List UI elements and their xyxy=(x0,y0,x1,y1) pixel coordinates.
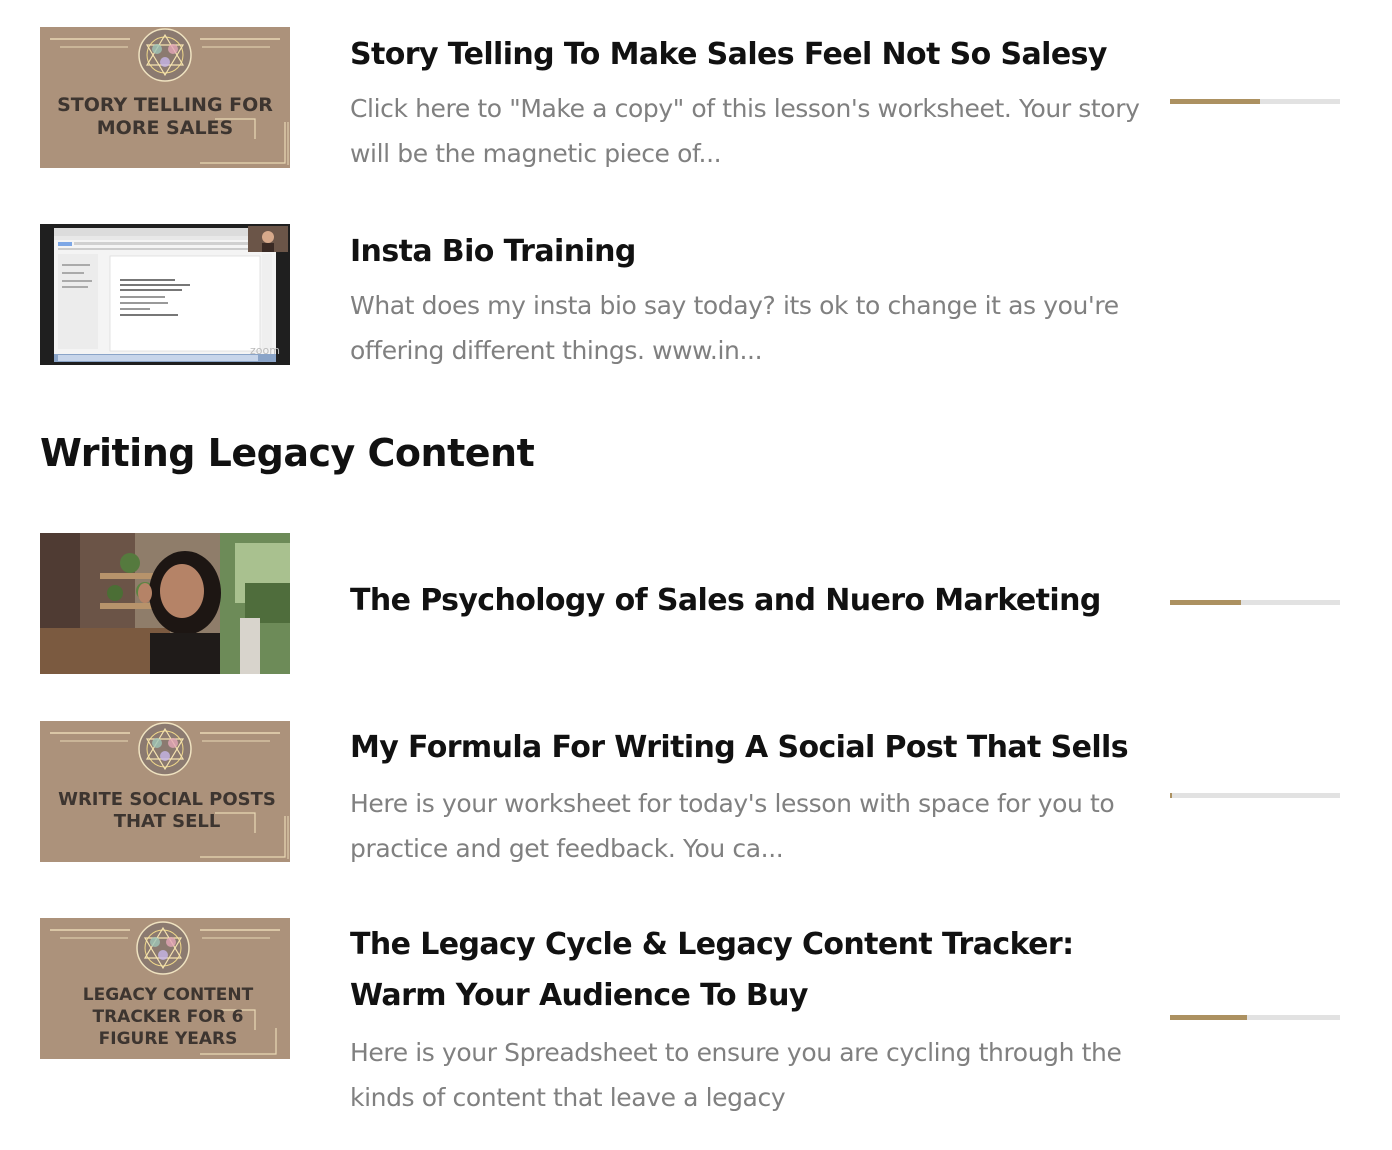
lesson-progress-fill xyxy=(1170,99,1261,104)
lesson-description: What does my insta bio say today? its ok… xyxy=(350,291,1119,365)
lesson-progress-bar xyxy=(1170,600,1340,605)
thumbnail-text-line: FIGURE YEARS xyxy=(99,1029,238,1049)
lesson-progress-bar xyxy=(1170,1015,1340,1020)
lesson-item[interactable]: LEGACY CONTENT TRACKER FOR 6 FIGURE YEAR… xyxy=(40,918,1340,1118)
lesson-description: Click here to "Make a copy" of this less… xyxy=(350,94,1140,168)
lesson-title[interactable]: My Formula For Writing A Social Post Tha… xyxy=(350,722,1150,773)
thumbnail-text-line: MORE SALES xyxy=(97,117,233,139)
svg-text:zoom: zoom xyxy=(250,344,280,357)
lesson-thumbnail[interactable]: STORY TELLING FOR MORE SALES xyxy=(40,27,290,168)
lesson-thumbnail-art xyxy=(40,533,290,674)
lesson-progress-fill xyxy=(1170,600,1242,605)
lesson-description: Here is your Spreadsheet to ensure you a… xyxy=(350,1038,1122,1112)
lesson-progress-fill xyxy=(1170,1015,1247,1020)
lesson-thumbnail[interactable]: LEGACY CONTENT TRACKER FOR 6 FIGURE YEAR… xyxy=(40,918,290,1059)
lesson-thumbnail-art: STORY TELLING FOR MORE SALES xyxy=(40,27,290,168)
lesson-progress-bar xyxy=(1170,793,1340,798)
thumbnail-text-line: LEGACY CONTENT xyxy=(83,985,254,1005)
lesson-thumbnail-art: LEGACY CONTENT TRACKER FOR 6 FIGURE YEAR… xyxy=(40,918,290,1059)
lesson-item[interactable]: WRITE SOCIAL POSTS THAT SELL My Formula … xyxy=(40,721,1340,871)
section-title: Writing Legacy Content xyxy=(40,431,535,475)
lesson-progress-bar xyxy=(1170,99,1340,104)
lesson-title[interactable]: Insta Bio Training xyxy=(350,226,1150,277)
lesson-thumbnail[interactable]: WRITE SOCIAL POSTS THAT SELL xyxy=(40,721,290,862)
lesson-thumbnail-art: WRITE SOCIAL POSTS THAT SELL xyxy=(40,721,290,862)
mandala-icon xyxy=(138,722,192,776)
lesson-item[interactable]: The Psychology of Sales and Nuero Market… xyxy=(40,533,1340,674)
lesson-title[interactable]: The Legacy Cycle & Legacy Content Tracke… xyxy=(350,919,1160,1021)
lesson-title[interactable]: The Psychology of Sales and Nuero Market… xyxy=(350,575,1150,626)
lesson-item[interactable]: STORY TELLING FOR MORE SALES Story Telli… xyxy=(40,27,1340,177)
thumbnail-text-line: TRACKER FOR 6 xyxy=(92,1007,243,1027)
lesson-title[interactable]: Story Telling To Make Sales Feel Not So … xyxy=(350,29,1150,80)
thumbnail-text-line: WRITE SOCIAL POSTS xyxy=(58,789,276,810)
mandala-icon xyxy=(138,28,192,82)
thumbnail-text-line: STORY TELLING FOR xyxy=(57,94,273,116)
lesson-thumbnail-art: zoom xyxy=(40,224,290,365)
lesson-description: Here is your worksheet for today's lesso… xyxy=(350,789,1115,863)
thumbnail-text-line: THAT SELL xyxy=(114,811,221,832)
lesson-item[interactable]: zoom Insta Bio Training What does my ins… xyxy=(40,224,1340,374)
lesson-thumbnail[interactable]: zoom xyxy=(40,224,290,365)
lesson-progress-fill xyxy=(1170,793,1172,798)
lesson-thumbnail[interactable] xyxy=(40,533,290,674)
mandala-icon xyxy=(136,921,190,975)
